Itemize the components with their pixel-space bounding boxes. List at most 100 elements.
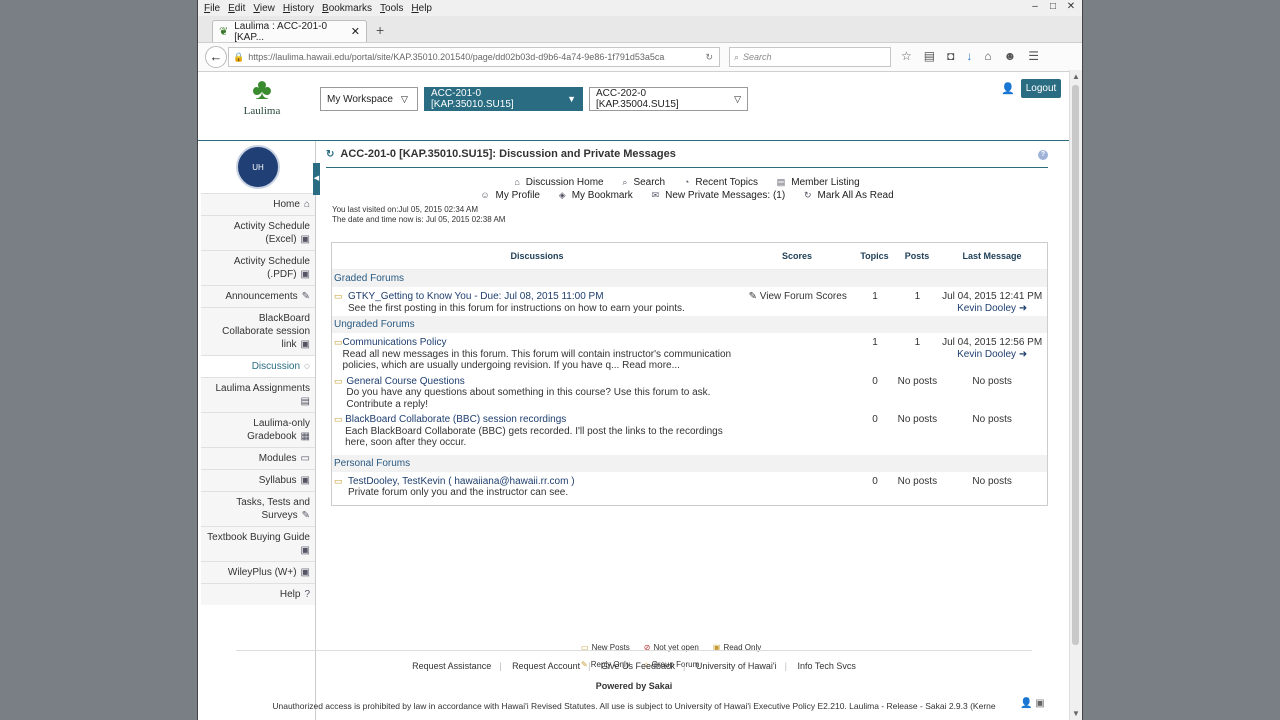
pocket-icon[interactable]: ◘: [947, 49, 954, 63]
forum-title-link[interactable]: TestDooley, TestKevin ( hawaiiana@hawaii…: [348, 476, 575, 488]
site-tab-my-workspace[interactable]: My Workspace ▽: [320, 87, 418, 111]
browser-tab[interactable]: ❦ Laulima : ACC-201-0 [KAP... ✕: [212, 20, 367, 43]
megaphone-icon: ✎: [301, 291, 310, 302]
hamburger-menu-icon[interactable]: ☰: [1028, 49, 1039, 63]
search-link[interactable]: ⌕ Search: [618, 177, 669, 188]
url-bar[interactable]: 🔒 https://laulima.hawaii.edu/portal/site…: [228, 47, 720, 67]
collapse-sidebar-handle[interactable]: ◀: [313, 163, 320, 195]
menu-history[interactable]: History: [283, 3, 314, 14]
site-tab-label: ACC-201-0 [KAP.35010.SU15]: [431, 88, 514, 110]
topics-count: 1: [872, 291, 878, 302]
my-profile-link[interactable]: ☺ My Profile: [476, 190, 544, 201]
site-tab-label: ACC-202-0 [KAP.35004.SU15]: [596, 88, 679, 110]
sidebar-item-assignments[interactable]: Laulima Assignments ▤: [201, 377, 315, 412]
menu-bookmarks[interactable]: Bookmarks: [322, 3, 372, 14]
sidebar-item-modules[interactable]: Modules ▭: [201, 447, 315, 469]
bookmark-star-icon[interactable]: ☆: [901, 49, 912, 63]
reload-icon[interactable]: ↻: [705, 52, 713, 63]
scroll-down-icon[interactable]: ▼: [1072, 709, 1080, 718]
edit-icon: ✎: [748, 291, 760, 302]
message-icon: ✉: [651, 190, 660, 200]
col-scores: Scores: [781, 251, 813, 261]
close-tab-icon[interactable]: ✕: [351, 25, 360, 38]
discussion-home-link[interactable]: ⌂ Discussion Home: [510, 177, 607, 188]
home-icon[interactable]: ⌂: [984, 49, 991, 63]
sidebar-item-label: Home: [273, 199, 300, 210]
last-message-author[interactable]: Kevin Dooley ➜: [937, 303, 1047, 315]
mark-all-read-link[interactable]: ↻ Mark All As Read: [800, 190, 898, 201]
forum-title-link[interactable]: GTKY_Getting to Know You - Due: Jul 08, …: [348, 291, 685, 303]
minimize-icon[interactable]: –: [1028, 1, 1042, 13]
sidebar-item-activity-excel[interactable]: Activity Schedule (Excel) ▣: [201, 215, 315, 250]
lock-icon: 🔒: [233, 51, 245, 62]
back-icon[interactable]: ←: [205, 46, 227, 68]
sidebar-item-help[interactable]: Help?: [201, 583, 315, 605]
new-tab-icon[interactable]: +: [376, 22, 384, 38]
chat-icon[interactable]: ☻: [1004, 49, 1017, 63]
site-tab-acc202[interactable]: ACC-202-0 [KAP.35004.SU15] ▽: [589, 87, 748, 111]
toolbar-icons: ☆ ▤ ◘ ↓ ⌂ ☻ ☰: [901, 49, 1039, 63]
col-discussions: Discussions: [510, 251, 564, 261]
download-icon[interactable]: ↓: [966, 49, 972, 63]
forum-description: Do you have any questions about somethin…: [346, 387, 711, 410]
search-placeholder: Search: [743, 52, 772, 62]
sidebar-item-label: Syllabus: [258, 475, 297, 486]
page-scrollbar[interactable]: ▲ ▼: [1069, 70, 1082, 720]
chevron-down-icon: ▼: [567, 94, 576, 104]
recent-topics-link[interactable]: ◔ Recent Topics: [680, 177, 762, 188]
menu-edit[interactable]: Edit: [228, 3, 245, 14]
laulima-logo[interactable]: ♣ Laulima: [234, 75, 290, 118]
close-window-icon[interactable]: ✕: [1064, 1, 1078, 13]
scroll-up-icon[interactable]: ▲: [1072, 72, 1080, 81]
menu-help[interactable]: Help: [411, 3, 432, 14]
help-icon[interactable]: ?: [1038, 150, 1048, 160]
scores-label: View Forum Scores: [759, 291, 847, 302]
logout-button[interactable]: Logout: [1021, 79, 1061, 98]
menu-tools[interactable]: Tools: [380, 3, 403, 14]
sidebar-item-gradebook[interactable]: Laulima-only Gradebook ▦: [201, 412, 315, 447]
col-posts: Posts: [904, 251, 930, 261]
search-input[interactable]: ⌕ Search: [729, 47, 891, 67]
sidebar-item-home[interactable]: Home ⌂: [201, 193, 315, 215]
sidebar-item-tasks-tests[interactable]: Tasks, Tests and Surveys ✎: [201, 491, 315, 526]
last-message-author[interactable]: Kevin Dooley ➜: [937, 349, 1047, 361]
sidebar-item-activity-pdf[interactable]: Activity Schedule (.PDF) ▣: [201, 250, 315, 285]
menu-view[interactable]: View: [253, 3, 275, 14]
member-listing-link[interactable]: ▤ Member Listing: [773, 177, 864, 188]
footer-link-its[interactable]: Info Tech Svcs: [797, 661, 855, 671]
portal-footer: Request Assistance | Request Account | Giv…: [236, 650, 1032, 720]
sidebar-item-textbook[interactable]: Textbook Buying Guide ▣: [201, 526, 315, 561]
view-forum-scores-link[interactable]: ✎ View Forum Scores: [743, 291, 853, 314]
maximize-icon[interactable]: □: [1046, 1, 1060, 13]
chevron-down-icon: ▽: [400, 93, 408, 104]
presence-icons[interactable]: 👤 ▣: [1020, 698, 1045, 709]
folder-icon: ▭: [334, 375, 343, 386]
footer-link-feedback[interactable]: Give Us Feedback: [601, 661, 675, 671]
private-messages-link[interactable]: ✉ New Private Messages: (1): [648, 190, 790, 201]
menu-file[interactable]: File: [204, 3, 220, 14]
forum-title-link[interactable]: Communications Policy: [343, 337, 743, 349]
sidebar-item-bbc-link[interactable]: BlackBoard Collaborate session link ▣: [201, 307, 315, 355]
sidebar-item-announcements[interactable]: Announcements ✎: [201, 285, 315, 307]
forum-title-link[interactable]: General Course Questions: [346, 376, 742, 388]
author-name: Kevin Dooley: [957, 348, 1017, 360]
sidebar-item-label: Modules: [258, 453, 297, 464]
sidebar-item-wileyplus[interactable]: WileyPlus (W+) ▣: [201, 561, 315, 583]
sidebar-item-syllabus[interactable]: Syllabus ▣: [201, 469, 315, 491]
posts-count: 1: [914, 337, 921, 348]
my-bookmark-link[interactable]: ◈ My Bookmark: [555, 190, 637, 201]
sidebar-item-label: Announcements: [225, 291, 298, 302]
sidebar-item-discussion[interactable]: Discussion ◌: [201, 355, 315, 377]
footer-link-request-account[interactable]: Request Account: [512, 661, 580, 671]
footer-link-request-assistance[interactable]: Request Assistance: [412, 661, 491, 671]
reading-list-icon[interactable]: ▤: [924, 49, 935, 63]
user-icon[interactable]: 👤: [1001, 82, 1015, 95]
site-tab-acc201[interactable]: ACC-201-0 [KAP.35010.SU15] ▼: [424, 87, 583, 111]
discussion-toolbar: ⌂ Discussion Home ⌕ Search ◔ Recent Topics …: [326, 176, 1048, 202]
scroll-thumb[interactable]: [1072, 85, 1079, 645]
forum-title-link[interactable]: BlackBoard Collaborate (BBC) session rec…: [345, 414, 743, 426]
powered-by: Powered by Sakai: [595, 681, 673, 691]
footer-link-university[interactable]: University of Hawai'i: [696, 661, 777, 671]
sidebar-item-label: Laulima Assignments: [215, 383, 311, 394]
reset-icon[interactable]: ↻: [326, 149, 334, 160]
